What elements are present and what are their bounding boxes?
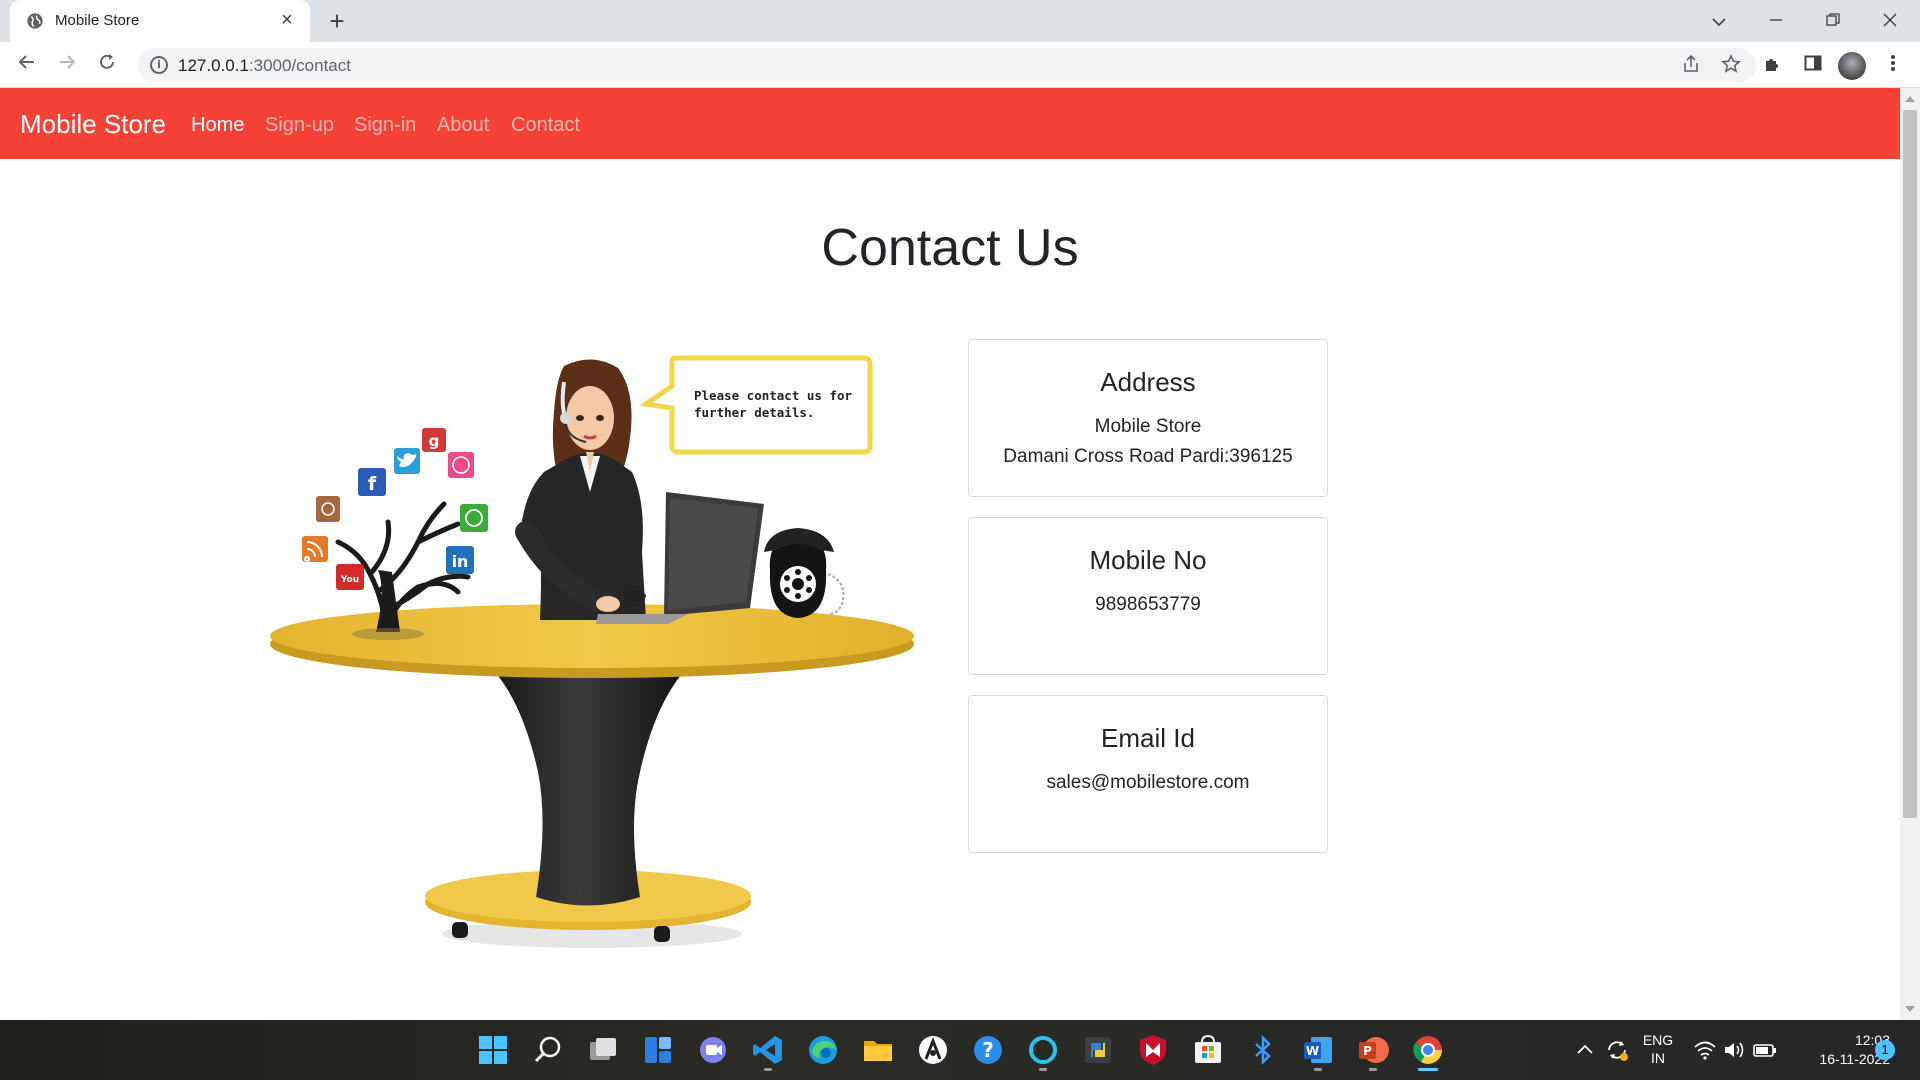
site-info-icon[interactable]: i xyxy=(150,56,168,74)
language-indicator[interactable]: ENG IN xyxy=(1638,1031,1678,1067)
url-text: 127.0.0.1:3000/contact xyxy=(178,56,351,75)
word-icon[interactable]: W xyxy=(1301,1033,1335,1067)
globe-icon xyxy=(27,13,43,29)
svg-text:?: ? xyxy=(982,1038,994,1062)
email-card: Email Id sales@mobilestore.com xyxy=(968,695,1328,853)
notification-badge[interactable]: 1 xyxy=(1875,1040,1895,1060)
chrome-icon[interactable] xyxy=(1411,1033,1445,1067)
email-address: sales@mobilestore.com xyxy=(1046,772,1250,793)
whatsapp-icon xyxy=(460,504,488,532)
reload-button[interactable] xyxy=(93,52,121,80)
battery-icon[interactable] xyxy=(1752,1033,1778,1067)
back-button[interactable] xyxy=(13,52,41,80)
address-card: Address Mobile Store Damani Cross Road P… xyxy=(968,339,1328,497)
address-line-2: Damani Cross Road Pardi:396125 xyxy=(1003,446,1293,467)
nav-link-sign-in[interactable]: Sign-in xyxy=(354,114,416,137)
restore-button[interactable] xyxy=(1813,8,1853,34)
running-indicator xyxy=(1369,1068,1377,1071)
address-line-1: Mobile Store xyxy=(1094,416,1202,437)
svg-text:f: f xyxy=(368,473,377,495)
powerpoint-icon[interactable]: P xyxy=(1356,1033,1390,1067)
address-bar[interactable]: i 127.0.0.1:3000/contact xyxy=(138,48,1756,82)
table-foot xyxy=(654,926,670,942)
extensions-icon[interactable] xyxy=(1760,53,1786,79)
cortana-icon[interactable] xyxy=(1026,1033,1060,1067)
browser-toolbar: i 127.0.0.1:3000/contact xyxy=(0,42,1920,88)
telephone-illustration xyxy=(764,528,845,618)
scroll-up-arrow-icon[interactable] xyxy=(1905,96,1915,102)
new-tab-button[interactable]: + xyxy=(324,8,350,34)
file-explorer-icon[interactable] xyxy=(861,1033,895,1067)
teams-chat-icon[interactable] xyxy=(696,1033,730,1067)
speech-bubble-line-1: Please contact us for xyxy=(694,388,853,403)
volume-icon[interactable] xyxy=(1722,1033,1748,1067)
scroll-down-arrow-icon[interactable] xyxy=(1905,1006,1915,1012)
site-navbar: Mobile Store Home Sign-up Sign-in About … xyxy=(0,88,1900,159)
nav-link-contact[interactable]: Contact xyxy=(511,114,580,137)
windows-start-icon[interactable] xyxy=(476,1033,510,1067)
svg-text:W: W xyxy=(1306,1044,1319,1058)
running-indicator xyxy=(1314,1068,1322,1071)
svg-text:P: P xyxy=(1363,1044,1372,1058)
help-icon[interactable]: ? xyxy=(971,1033,1005,1067)
edge-icon[interactable] xyxy=(806,1033,840,1067)
mobile-card: Mobile No 9898653779 xyxy=(968,517,1328,675)
running-indicator xyxy=(764,1068,772,1071)
profile-avatar[interactable] xyxy=(1838,52,1866,80)
nav-link-about[interactable]: About xyxy=(437,114,489,137)
instagram-icon xyxy=(316,496,340,522)
svg-text:g: g xyxy=(429,432,440,450)
bluetooth-icon[interactable] xyxy=(1246,1033,1280,1067)
brand-link[interactable]: Mobile Store xyxy=(20,109,166,140)
python-icon[interactable] xyxy=(1081,1033,1115,1067)
region-code: IN xyxy=(1651,1050,1665,1066)
svg-text:You: You xyxy=(340,575,359,585)
scroll-thumb[interactable] xyxy=(1903,110,1917,818)
mobile-card-title: Mobile No xyxy=(1089,545,1207,575)
active-indicator xyxy=(1418,1068,1438,1071)
address-card-title: Address xyxy=(1100,367,1196,397)
support-agent-figure xyxy=(515,359,646,620)
nav-link-home[interactable]: Home xyxy=(191,114,244,137)
dribbble-icon xyxy=(448,452,474,478)
browser-menu-icon[interactable] xyxy=(1880,53,1906,79)
browser-tab-strip: Mobile Store × + xyxy=(0,0,1920,42)
app-circle-icon[interactable] xyxy=(916,1033,950,1067)
tab-search-icon[interactable] xyxy=(1699,8,1739,34)
chevron-up-icon[interactable] xyxy=(1574,1033,1596,1067)
minimize-button[interactable] xyxy=(1756,8,1796,34)
speech-bubble: Please contact us for further details. xyxy=(639,355,873,455)
close-window-button[interactable] xyxy=(1870,8,1910,34)
browser-tab[interactable]: Mobile Store × xyxy=(10,0,310,42)
search-icon[interactable] xyxy=(531,1033,565,1067)
widgets-icon[interactable] xyxy=(641,1033,675,1067)
language-code: ENG xyxy=(1642,1032,1674,1048)
sync-icon[interactable] xyxy=(1604,1033,1630,1067)
tab-title: Mobile Store xyxy=(55,12,140,29)
table-foot xyxy=(452,922,468,938)
page-title: Contact Us xyxy=(821,219,1079,277)
wifi-icon[interactable] xyxy=(1692,1033,1718,1067)
bookmark-star-icon[interactable] xyxy=(1720,54,1742,76)
windows-taskbar: ? W P ENG IN 12:03 16-11-2022 1 xyxy=(0,1020,1920,1080)
share-icon[interactable] xyxy=(1680,54,1702,76)
contact-illustration: g f in You Please contact us for further… xyxy=(270,355,914,948)
page-scrollbar[interactable] xyxy=(1900,88,1920,1020)
forward-button[interactable] xyxy=(53,52,81,80)
task-view-icon[interactable] xyxy=(586,1033,620,1067)
close-tab-icon[interactable]: × xyxy=(276,9,298,31)
running-indicator xyxy=(1039,1068,1047,1071)
svg-text:in: in xyxy=(452,552,469,571)
side-panel-icon[interactable] xyxy=(1800,53,1826,79)
mobile-number: 9898653779 xyxy=(1095,594,1201,615)
nav-link-sign-up[interactable]: Sign-up xyxy=(265,114,334,137)
vscode-icon[interactable] xyxy=(751,1033,785,1067)
store-icon[interactable] xyxy=(1191,1033,1225,1067)
mcafee-icon[interactable] xyxy=(1136,1033,1170,1067)
address-card-text: Mobile Store Damani Cross Road Pardi:396… xyxy=(969,412,1327,472)
email-card-title: Email Id xyxy=(1101,723,1195,753)
speech-bubble-line-2: further details. xyxy=(694,405,814,420)
